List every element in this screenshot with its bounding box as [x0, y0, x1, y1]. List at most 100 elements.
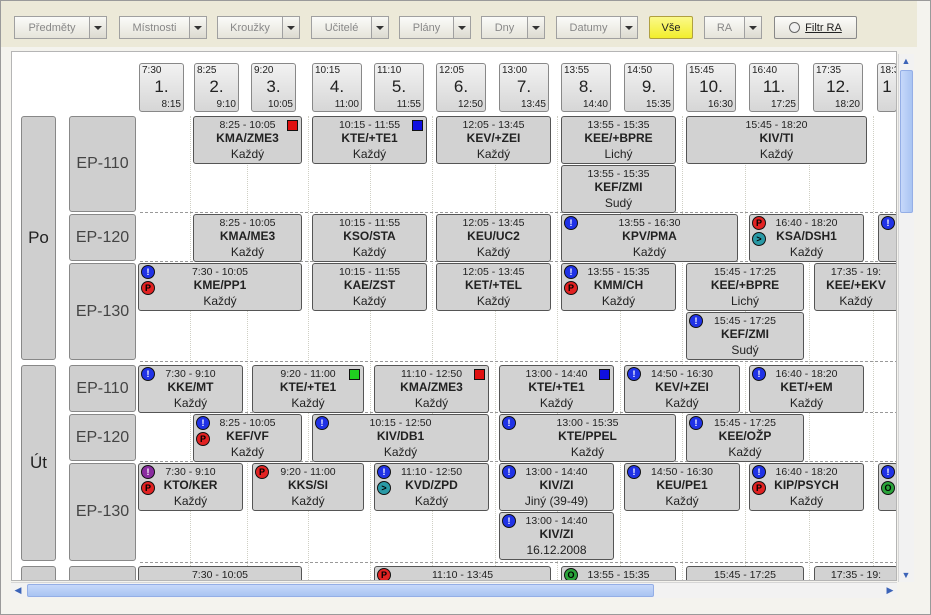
schedule-event[interactable]: ! P 16:40 - 18:20 KIP/PSYCH Každý	[749, 463, 864, 511]
event-week: Každý	[414, 494, 449, 508]
schedule-event[interactable]: 13:55 - 15:35 KEF/ZMI Sudý	[561, 165, 676, 213]
slot-end: 16:30	[707, 99, 733, 110]
slot-end: 13:45	[520, 99, 546, 110]
event-subject: KEE/+EKV	[826, 278, 886, 292]
chevron-down-icon[interactable]	[190, 16, 207, 39]
vertical-scrollbar[interactable]: ▲ ▼	[898, 54, 914, 582]
chevron-down-icon[interactable]	[372, 16, 389, 39]
rooms-dropdown[interactable]: Místnosti	[119, 16, 207, 39]
schedule-event[interactable]: ! 13:00 - 14:40 KIV/ZI 16.12.2008	[499, 512, 614, 560]
schedule-event[interactable]: 15:45 - 18:20 KIV/TI Každý	[686, 116, 867, 164]
slot-number: 1	[882, 77, 892, 96]
time-slot-header[interactable]: 13:55 8. 14:40	[561, 63, 611, 112]
schedule-event[interactable]: 15:45 - 17:25	[686, 566, 804, 580]
schedule-event[interactable]: ! 13:55 - 16:30 KPV/PMA Každý	[561, 214, 738, 262]
schedule-event[interactable]: P 11:10 - 13:45	[374, 566, 551, 580]
time-slot-header[interactable]: 15:45 10. 16:30	[686, 63, 736, 112]
schedule-event[interactable]: 12:05 - 13:45 KEU/UC2 Každý	[436, 214, 551, 262]
scroll-thumb[interactable]	[900, 70, 913, 213]
event-week: Každý	[665, 494, 699, 508]
event-subject: KTE/PPEL	[558, 429, 617, 443]
days-dropdown[interactable]: Dny	[481, 16, 545, 39]
event-week: Každý	[352, 147, 387, 161]
schedule-event[interactable]: 12:05 - 13:45 KEV/+ZEI Každý	[436, 116, 551, 164]
time-slot-header[interactable]: 9:20 3. 10:05	[251, 63, 296, 112]
event-subject: KTE/+TE1	[528, 380, 585, 394]
schedule-event[interactable]: ! P 7:30 - 9:10 KTO/KER Každý	[138, 463, 243, 511]
subjects-dropdown[interactable]: Předměty	[14, 16, 107, 39]
schedule-event[interactable]: !	[878, 214, 896, 262]
time-slot-header[interactable]: 17:35 12. 18:20	[813, 63, 863, 112]
schedule-event[interactable]: 10:15 - 11:55 KTE/+TE1 Každý	[312, 116, 427, 164]
schedule-event[interactable]: ! 15:45 - 17:25 KEE/OŽP Každý	[686, 414, 804, 462]
schedule-event[interactable]: ! > 11:10 - 12:50 KVD/ZPD Každý	[374, 463, 489, 511]
schedule-event[interactable]: 7:30 - 10:05	[138, 566, 302, 580]
schedule-event[interactable]: P 9:20 - 11:00 KKS/SI Každý	[252, 463, 364, 511]
schedule-event[interactable]: ! 14:50 - 16:30 KEU/PE1 Každý	[624, 463, 740, 511]
event-subject: KME/PP1	[193, 278, 247, 292]
chevron-down-icon[interactable]	[454, 16, 471, 39]
time-slot-header[interactable]: 10:15 4. 11:00	[312, 63, 362, 112]
schedule-event[interactable]: ! 16:40 - 18:20 KET/+EM Každý	[749, 365, 864, 413]
schedule-event[interactable]: ! 14:50 - 16:30 KEV/+ZEI Každý	[624, 365, 740, 413]
chevron-down-icon[interactable]	[745, 16, 762, 39]
schedule-event[interactable]: 10:15 - 11:55 KSO/STA Každý	[312, 214, 427, 262]
schedule-event[interactable]: 10:15 - 11:55 KAE/ZST Každý	[312, 263, 427, 311]
schedule-event[interactable]: ! 13:00 - 14:40 KIV/ZI Jiný (39-49)	[499, 463, 614, 511]
all-button[interactable]: Vše	[649, 16, 693, 39]
chevron-down-icon[interactable]	[283, 16, 300, 39]
scroll-up-icon[interactable]: ▲	[899, 54, 913, 68]
chevron-down-icon[interactable]	[528, 16, 545, 39]
plans-dropdown[interactable]: Plány	[399, 16, 471, 39]
chevron-down-icon[interactable]	[621, 16, 638, 39]
time-slot-header[interactable]: 12:05 6. 12:50	[436, 63, 486, 112]
teachers-dropdown[interactable]: Učitelé	[311, 16, 389, 39]
groups-dropdown[interactable]: Kroužky	[217, 16, 300, 39]
schedule-event[interactable]: ! P 7:30 - 10:05 KME/PP1 Každý	[138, 263, 302, 311]
scroll-right-icon[interactable]: ▶	[883, 583, 897, 597]
event-week: Každý	[789, 245, 824, 259]
schedule-event[interactable]: 13:00 - 14:40 KTE/+TE1 Každý	[499, 365, 614, 413]
event-week: Každý	[789, 396, 824, 410]
schedule-event[interactable]: O 13:55 - 15:35	[561, 566, 676, 580]
schedule-event[interactable]: 8:25 - 10:05 KMA/ME3 Každý	[193, 214, 302, 262]
schedule-event[interactable]: 8:25 - 10:05 KMA/ZME3 Každý	[193, 116, 302, 164]
schedule-event[interactable]: 12:05 - 13:45 KET/+TEL Každý	[436, 263, 551, 311]
schedule-event[interactable]: 15:45 - 17:25 KEE/+BPRE Lichý	[686, 263, 804, 311]
schedule-event[interactable]: 17:35 - 19:	[814, 566, 896, 581]
schedule-event[interactable]: 17:35 - 19: KEE/+EKV Každý	[814, 263, 896, 311]
scroll-down-icon[interactable]: ▼	[899, 568, 913, 582]
schedule-event[interactable]: 11:10 - 12:50 KMA/ZME3 Každý	[374, 365, 489, 413]
scroll-thumb[interactable]	[27, 584, 654, 597]
event-subject: KTE/+TE1	[279, 380, 337, 394]
time-slot-header[interactable]: 16:40 11. 17:25	[749, 63, 799, 112]
dates-dropdown[interactable]: Datumy	[556, 16, 638, 39]
room-label: EP-130	[69, 463, 136, 561]
schedule-event[interactable]: ! P 13:55 - 15:35 KMM/CH Každý	[561, 263, 676, 311]
time-slot-header[interactable]: 8:25 2. 9:10	[194, 63, 239, 112]
schedule-event[interactable]: ! 7:30 - 9:10 KKE/MT Každý	[138, 365, 243, 413]
time-slot-header[interactable]: 14:50 9. 15:35	[624, 63, 674, 112]
schedule-event[interactable]: 13:55 - 15:35 KEE/+BPRE Lichý	[561, 116, 676, 164]
schedule-event[interactable]: ! 13:00 - 15:35 KTE/PPEL Každý	[499, 414, 676, 462]
filter-ra-button[interactable]: Filtr RA	[774, 16, 857, 39]
time-slot-header[interactable]: 13:00 7. 13:45	[499, 63, 549, 112]
schedule-event[interactable]: ! 15:45 - 17:25 KEF/ZMI Sudý	[686, 312, 804, 360]
event-subject: KPV/PMA	[622, 229, 677, 243]
event-subject: KEF/VF	[226, 429, 269, 443]
schedule-event[interactable]: ! O	[878, 463, 896, 511]
ra-dropdown[interactable]: RA	[704, 16, 762, 39]
dropdown-label: Dny	[481, 16, 528, 39]
time-slot-header[interactable]: 11:10 5. 11:55	[374, 63, 424, 112]
schedule-event[interactable]: ! P 8:25 - 10:05 KEF/VF Každý	[193, 414, 302, 462]
time-slot-header[interactable]: 18:3 1	[877, 63, 896, 112]
scroll-left-icon[interactable]: ◀	[11, 583, 25, 597]
event-time: 17:35 - 19:	[830, 569, 882, 581]
time-slot-header[interactable]: 7:30 1. 8:15	[139, 63, 184, 112]
horizontal-scrollbar[interactable]: ◀ ▶	[11, 582, 897, 598]
schedule-event[interactable]: ! 10:15 - 12:50 KIV/DB1 Každý	[312, 414, 489, 462]
schedule-event[interactable]: P > 16:40 - 18:20 KSA/DSH1 Každý	[749, 214, 864, 262]
schedule-event[interactable]: 9:20 - 11:00 KTE/+TE1 Každý	[252, 365, 364, 413]
chevron-down-icon[interactable]	[90, 16, 107, 39]
alert-icon: !	[196, 416, 210, 430]
